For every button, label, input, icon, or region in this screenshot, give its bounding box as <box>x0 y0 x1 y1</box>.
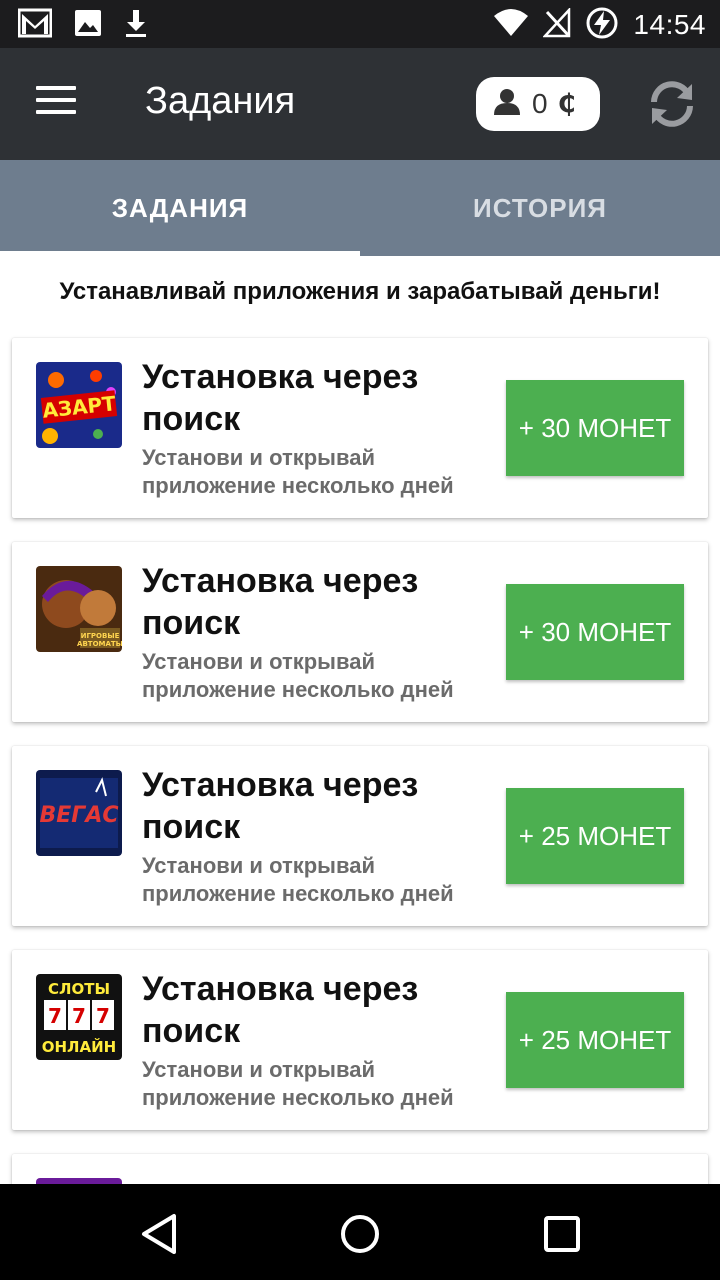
tab-bar: ЗАДАНИЯ ИСТОРИЯ <box>0 160 720 256</box>
coin-count: 0 <box>532 88 548 119</box>
hamburger-menu-icon[interactable] <box>36 86 76 118</box>
svg-text:ИГРОВЫЕ: ИГРОВЫЕ <box>81 632 120 640</box>
task-list-container[interactable]: Устанавливай приложения и зарабатывай де… <box>0 256 720 1184</box>
battery-charging-icon <box>585 6 619 44</box>
coin-balance[interactable]: 0 ₵ <box>476 77 600 131</box>
no-signal-icon <box>542 6 571 42</box>
task-title: Установка через поиск <box>142 562 419 642</box>
page-title: Задания <box>145 80 296 122</box>
reward-button[interactable]: + 25 МОНЕТ <box>506 992 684 1088</box>
task-card[interactable]: ВЕГАС Установка через поиск Установи и о… <box>12 746 708 926</box>
svg-text:ОНЛАЙН: ОНЛАЙН <box>42 1037 116 1056</box>
svg-text:7: 7 <box>48 1004 62 1028</box>
user-icon <box>492 87 522 121</box>
image-icon <box>74 9 102 41</box>
task-title: Установка через поиск <box>142 970 419 1050</box>
svg-text:ВЕГАС: ВЕГАС <box>40 803 119 828</box>
clock: 14:54 <box>633 9 706 40</box>
task-description: Установи и открывай приложение несколько… <box>142 445 454 498</box>
task-card-partial[interactable] <box>12 1154 708 1184</box>
task-card[interactable]: АЗАРТ Установка через поиск Установи и о… <box>12 338 708 518</box>
task-title: Установка через поиск <box>142 358 419 438</box>
app-toolbar: Задания 0 ₵ <box>0 48 720 160</box>
system-navigation-bar <box>0 1184 720 1280</box>
task-description: Установи и открывай приложение несколько… <box>142 649 454 702</box>
svg-text:АВТОМАТЫ: АВТОМАТЫ <box>77 640 122 648</box>
home-icon[interactable] <box>338 1212 382 1256</box>
svg-text:7: 7 <box>96 1004 110 1028</box>
coin-currency-sign: ₵ <box>557 89 576 119</box>
gmail-icon <box>17 8 53 42</box>
refresh-icon[interactable] <box>644 76 700 132</box>
tab-history[interactable]: ИСТОРИЯ <box>360 160 720 256</box>
svg-text:СЛОТЫ: СЛОТЫ <box>48 980 110 998</box>
vegas-app-icon: ВЕГАС <box>36 770 122 856</box>
task-description: Установи и открывай приложение несколько… <box>142 853 454 906</box>
reward-button[interactable]: + 30 МОНЕТ <box>506 584 684 680</box>
wifi-icon <box>493 8 529 42</box>
reward-button[interactable]: + 25 МОНЕТ <box>506 788 684 884</box>
status-bar: 14:54 <box>0 0 720 48</box>
recents-icon[interactable] <box>540 1212 584 1256</box>
svg-text:7: 7 <box>72 1004 86 1028</box>
tab-tasks[interactable]: ЗАДАНИЯ <box>0 160 360 256</box>
task-card[interactable]: СЛОТЫ 7 7 7 ОНЛАЙН Установка через поиск… <box>12 950 708 1130</box>
sloty-online-app-icon: СЛОТЫ 7 7 7 ОНЛАЙН <box>36 974 122 1060</box>
reward-button[interactable]: + 30 МОНЕТ <box>506 380 684 476</box>
azart-app-icon: АЗАРТ <box>36 362 122 448</box>
task-card[interactable]: ИГРОВЫЕ АВТОМАТЫ Установка через поиск У… <box>12 542 708 722</box>
task-list-subtitle: Устанавливай приложения и зарабатывай де… <box>59 278 661 305</box>
task-title: Установка через поиск <box>142 766 419 846</box>
task-description: Установи и открывай приложение несколько… <box>142 1057 454 1110</box>
slot-character-app-icon: ИГРОВЫЕ АВТОМАТЫ <box>36 566 122 652</box>
download-icon <box>124 8 148 42</box>
back-icon[interactable] <box>138 1212 182 1256</box>
